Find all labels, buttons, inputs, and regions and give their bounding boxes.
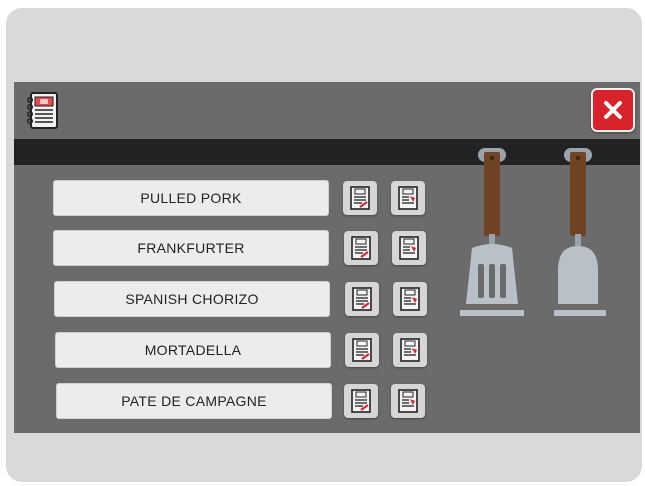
delete-button[interactable] bbox=[391, 384, 425, 418]
recipe-button[interactable]: SPANISH CHORIZO bbox=[54, 281, 330, 317]
document-delete-icon bbox=[400, 338, 420, 362]
slotted-spatula-icon bbox=[460, 148, 524, 316]
edit-button[interactable] bbox=[345, 333, 379, 367]
delete-button[interactable] bbox=[392, 231, 426, 265]
hanging-tools bbox=[458, 146, 618, 326]
document-edit-icon bbox=[351, 389, 371, 413]
edit-button[interactable] bbox=[344, 384, 378, 418]
panel-header bbox=[14, 82, 640, 139]
close-button[interactable] bbox=[591, 88, 635, 132]
document-edit-icon bbox=[350, 186, 370, 210]
recipe-button[interactable]: PULLED PORK bbox=[53, 180, 329, 216]
spatula-icon bbox=[554, 148, 606, 316]
document-delete-icon bbox=[398, 389, 418, 413]
recipe-button[interactable]: MORTADELLA bbox=[55, 332, 331, 368]
document-edit-icon bbox=[352, 287, 372, 311]
delete-button[interactable] bbox=[391, 181, 425, 215]
edit-button[interactable] bbox=[343, 181, 377, 215]
close-icon bbox=[604, 101, 622, 119]
document-delete-icon bbox=[399, 236, 419, 260]
document-edit-icon bbox=[351, 236, 371, 260]
recipe-book-icon[interactable] bbox=[26, 92, 60, 130]
delete-button[interactable] bbox=[393, 333, 427, 367]
delete-button[interactable] bbox=[393, 282, 427, 316]
document-delete-icon bbox=[400, 287, 420, 311]
edit-button[interactable] bbox=[344, 231, 378, 265]
recipe-button[interactable]: FRANKFURTER bbox=[53, 230, 329, 266]
recipe-button[interactable]: PATE DE CAMPAGNE bbox=[56, 383, 332, 419]
document-delete-icon bbox=[398, 186, 418, 210]
document-edit-icon bbox=[352, 338, 372, 362]
edit-button[interactable] bbox=[345, 282, 379, 316]
